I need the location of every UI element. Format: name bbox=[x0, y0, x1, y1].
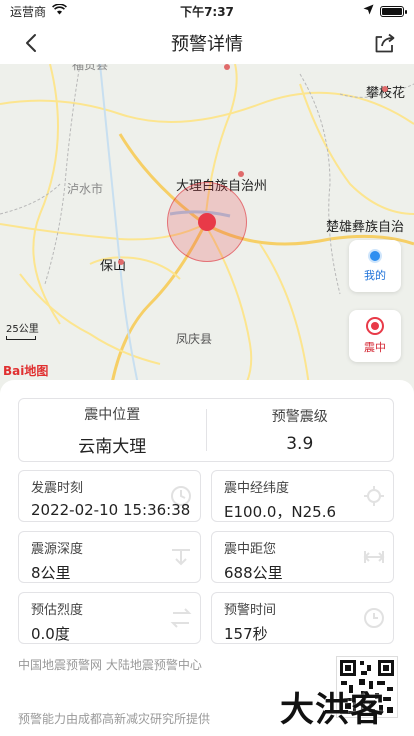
origin-time-value: 2022-02-10 15:36:38 bbox=[31, 501, 191, 519]
carrier-label: 运营商 bbox=[10, 4, 47, 19]
city-marker bbox=[224, 64, 230, 70]
source-text: 中国地震预警网 大陆地震预警中心 bbox=[18, 658, 202, 672]
epicenter-marker[interactable] bbox=[198, 213, 216, 231]
distance-label: 震中距您 bbox=[224, 542, 277, 557]
intensity-card: 预估烈度 0.0度 bbox=[18, 592, 201, 644]
distance-value: 688公里 bbox=[224, 564, 283, 582]
depth-card: 震源深度 8公里 bbox=[18, 531, 201, 583]
summary-card: 震中位置 云南大理 预警震级 3.9 bbox=[18, 398, 394, 462]
clock-icon bbox=[171, 486, 191, 506]
map-label-lushui: 泸水市 bbox=[67, 182, 104, 196]
battery-fill bbox=[382, 7, 402, 15]
city-marker bbox=[382, 86, 388, 92]
warning-time-card: 预警时间 157秒 bbox=[211, 592, 394, 644]
intensity-icon bbox=[170, 608, 192, 628]
distance-icon bbox=[363, 551, 385, 563]
page-title: 预警详情 bbox=[171, 34, 243, 55]
map-label-top-left: 福贡县 bbox=[72, 64, 109, 72]
distance-card: 震中距您 688公里 bbox=[211, 531, 394, 583]
locate-me-label: 我的 bbox=[364, 269, 386, 282]
intensity-value: 0.0度 bbox=[31, 625, 70, 643]
magnitude-cell: 预警震级 3.9 bbox=[207, 399, 394, 461]
wifi-icon bbox=[52, 3, 67, 18]
status-bar: 运营商 下午7:37 bbox=[0, 0, 414, 22]
depth-icon bbox=[172, 549, 190, 566]
warning-time-value: 157秒 bbox=[224, 625, 268, 643]
detail-sheet: 震中位置 云南大理 预警震级 3.9 发震时刻 2022-02-10 15:36… bbox=[0, 380, 414, 736]
coordinates-card: 震中经纬度 E100.0，N25.6 bbox=[211, 470, 394, 522]
location-arrow-icon bbox=[363, 4, 374, 18]
baidu-map-logo: Bai地图 bbox=[3, 362, 48, 379]
intensity-label: 预估烈度 bbox=[31, 603, 84, 618]
timer-icon bbox=[364, 608, 384, 628]
origin-time-card: 发震时刻 2022-02-10 15:36:38 bbox=[18, 470, 201, 522]
origin-time-label: 发震时刻 bbox=[31, 481, 84, 496]
crosshair-icon bbox=[364, 486, 384, 506]
location-value: 云南大理 bbox=[78, 436, 147, 457]
city-marker bbox=[118, 259, 124, 265]
nav-bar: 预警详情 bbox=[0, 22, 414, 64]
depth-value: 8公里 bbox=[31, 564, 71, 582]
map-view[interactable]: 福贡县 攀枝花 泸水市 大理白族自治州 楚雄彝族自治 保山 凤庆县 我的 震中 … bbox=[0, 64, 414, 394]
baidu-logo-text: Bai地图 bbox=[3, 364, 49, 378]
my-location-icon bbox=[368, 249, 382, 263]
warning-time-label: 预警时间 bbox=[224, 603, 277, 618]
map-scale-label: 25公里 bbox=[6, 324, 39, 335]
battery-icon bbox=[380, 5, 407, 17]
location-cell: 震中位置 云南大理 bbox=[19, 399, 206, 461]
magnitude-value: 3.9 bbox=[286, 434, 314, 454]
map-scale-bar bbox=[6, 336, 36, 340]
clock: 下午7:37 bbox=[180, 4, 234, 19]
epicenter-button[interactable]: 震中 bbox=[349, 310, 401, 362]
city-marker bbox=[238, 171, 244, 177]
map-label-fengqing: 凤庆县 bbox=[176, 332, 213, 346]
chevron-left-icon bbox=[26, 34, 36, 52]
locate-me-button[interactable]: 我的 bbox=[349, 240, 401, 292]
coordinates-label: 震中经纬度 bbox=[224, 481, 290, 496]
map-label-chuxiong: 楚雄彝族自治 bbox=[326, 220, 405, 235]
share-button[interactable] bbox=[372, 30, 398, 56]
depth-label: 震源深度 bbox=[31, 542, 84, 557]
magnitude-label: 预警震级 bbox=[271, 409, 328, 425]
back-button[interactable] bbox=[18, 30, 44, 56]
coordinates-value: E100.0，N25.6 bbox=[224, 503, 337, 521]
epicenter-button-label: 震中 bbox=[364, 341, 386, 354]
powered-by-text: 预警能力由成都高新减灾研究所提供 bbox=[18, 712, 211, 726]
target-icon bbox=[366, 317, 384, 335]
share-icon bbox=[375, 33, 395, 53]
location-label: 震中位置 bbox=[84, 406, 141, 423]
map-scale: 25公里 bbox=[6, 320, 39, 340]
brand-watermark: 大洪客 bbox=[280, 690, 385, 730]
